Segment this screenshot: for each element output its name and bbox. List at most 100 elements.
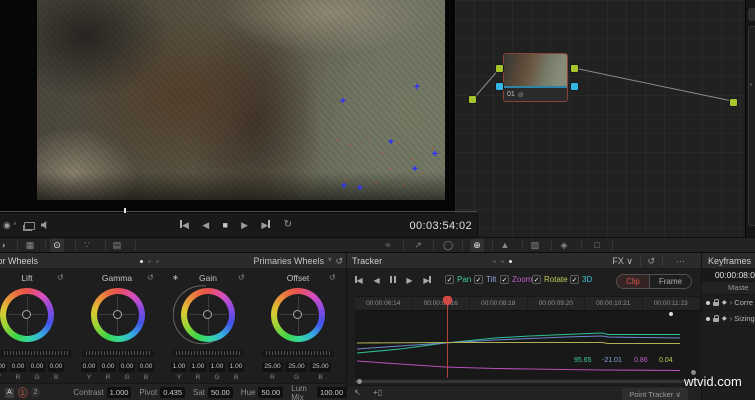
chevron-down-icon[interactable]: ∨ bbox=[749, 82, 753, 88]
expand-chevron-icon[interactable]: › bbox=[730, 314, 733, 323]
tracker-hscrollbar[interactable] bbox=[355, 380, 697, 383]
fx-dropdown[interactable]: FX ∨ bbox=[612, 256, 633, 267]
wipe-modes-icon[interactable] bbox=[24, 222, 35, 230]
pivot-value[interactable]: 0.435 bbox=[160, 387, 185, 398]
motion-effects-icon[interactable]: ▤ bbox=[110, 239, 124, 252]
node-key-output-port[interactable] bbox=[570, 82, 579, 91]
skip-to-end-button[interactable]: ▶ bbox=[261, 219, 271, 231]
gamma-reset-icon[interactable]: ↺ bbox=[147, 273, 154, 282]
tracker-cursor-icon[interactable]: ↖ bbox=[354, 388, 361, 397]
value-box[interactable]: 1.00 bbox=[190, 362, 206, 372]
chevron-down-icon[interactable]: ∨ bbox=[13, 221, 17, 227]
point-tracker-dropdown[interactable]: Point Tracker ∨ bbox=[622, 388, 688, 400]
tracking-point-icon[interactable]: + bbox=[340, 97, 346, 107]
value-box[interactable]: 0.00 bbox=[81, 362, 97, 372]
qualifier-icon[interactable]: ↗ bbox=[411, 239, 425, 252]
keyframes-row-corrector[interactable]: ◆ › Corre bbox=[702, 295, 755, 311]
tracking-point-icon[interactable]: + bbox=[357, 184, 363, 194]
track-backward-button[interactable]: ◀ bbox=[373, 276, 379, 286]
value-box[interactable]: 0.00 bbox=[138, 362, 154, 372]
value-box[interactable]: 1.00 bbox=[171, 362, 187, 372]
tracker-playhead-marker[interactable] bbox=[443, 296, 452, 305]
tracking-point-icon[interactable]: + bbox=[412, 165, 418, 175]
viewer-image[interactable]: + + + + + + + bbox=[37, 0, 445, 200]
key-palette-icon[interactable]: ◈ bbox=[557, 239, 571, 252]
color-match-icon[interactable]: ▦ bbox=[23, 239, 37, 252]
tracker-palette-icon[interactable]: ⊕ bbox=[470, 239, 484, 252]
gamma-master-wheel[interactable] bbox=[82, 350, 154, 357]
power-windows-icon[interactable]: ◯ bbox=[441, 239, 455, 252]
tracker-graph[interactable] bbox=[355, 310, 700, 379]
color-wheels-icon[interactable]: ⊙ bbox=[50, 239, 64, 252]
tracking-point-icon[interactable]: + bbox=[341, 182, 347, 192]
color-warper-icon[interactable]: ▲ bbox=[498, 239, 512, 252]
clip-toggle-button[interactable]: Clip bbox=[617, 275, 650, 288]
lock-icon[interactable] bbox=[713, 314, 719, 322]
track-forward-button[interactable]: ▶ bbox=[406, 276, 412, 286]
options-menu-icon[interactable]: ··· bbox=[676, 256, 685, 266]
grade-gallery-icon[interactable]: ◉ bbox=[3, 219, 11, 231]
collapsed-panel-tab[interactable] bbox=[748, 8, 755, 21]
tracker-timeline-ruler[interactable]: 00:00:06:14 00:00:07:16 00:00:08:18 00:0… bbox=[355, 296, 700, 311]
audio-mute-icon[interactable] bbox=[41, 221, 47, 229]
keyframe-diamond-icon[interactable]: ◆ bbox=[722, 315, 727, 322]
pan-checkbox[interactable]: ✓ Pan bbox=[445, 275, 471, 284]
offset-reset-icon[interactable]: ↺ bbox=[329, 273, 336, 282]
skip-to-start-button[interactable]: ◀ bbox=[180, 219, 189, 231]
value-box[interactable]: 25.00 bbox=[286, 362, 307, 372]
tracker-hscroll-thumb[interactable] bbox=[357, 379, 362, 384]
lock-icon[interactable] bbox=[713, 298, 719, 306]
gamma-wheel-handle[interactable] bbox=[112, 310, 122, 319]
page-indicator-dots[interactable] bbox=[140, 260, 159, 263]
node-rgb-input-port[interactable] bbox=[495, 64, 504, 73]
hue-value[interactable]: 50.00 bbox=[258, 387, 284, 398]
tracking-point-icon[interactable]: + bbox=[414, 83, 420, 93]
sizing-palette-icon[interactable]: □ bbox=[590, 239, 604, 252]
page-indicator-dots[interactable] bbox=[493, 260, 512, 263]
stop-button[interactable]: ■ bbox=[222, 219, 227, 231]
offset-master-wheel[interactable] bbox=[262, 350, 334, 357]
value-box[interactable]: 1.00 bbox=[228, 362, 244, 372]
frame-toggle-button[interactable]: Frame bbox=[650, 275, 691, 288]
graph-keyframe-dot[interactable] bbox=[669, 312, 673, 316]
value-box[interactable]: 0.00 bbox=[100, 362, 116, 372]
lift-reset-icon[interactable]: ↺ bbox=[57, 273, 64, 282]
value-box[interactable]: 0.00 bbox=[48, 362, 64, 372]
lift-master-wheel[interactable] bbox=[0, 350, 72, 357]
offset-wheel-handle[interactable] bbox=[293, 310, 302, 319]
sat-value[interactable]: 50.00 bbox=[208, 387, 233, 398]
gain-reset-icon[interactable]: ↺ bbox=[238, 273, 245, 282]
node-rgb-output-port[interactable] bbox=[570, 64, 579, 73]
pause-tracking-button[interactable] bbox=[390, 276, 396, 286]
gain-wheel-handle[interactable] bbox=[203, 310, 212, 319]
zoom-checkbox[interactable]: ✓ Zoom bbox=[500, 275, 532, 284]
tilt-checkbox[interactable]: ✓ Tilt bbox=[474, 275, 496, 284]
value-box[interactable]: 25.00 bbox=[262, 362, 283, 372]
keyframes-row-sizing[interactable]: ◆ › Sizing bbox=[702, 311, 755, 327]
loop-playback-icon[interactable]: ↻ bbox=[284, 219, 292, 231]
corrector-node-01[interactable]: 01 ⊘ bbox=[503, 53, 568, 102]
enable-dot-icon[interactable] bbox=[706, 316, 710, 321]
expand-chevron-icon[interactable]: › bbox=[730, 298, 733, 307]
reset-icon[interactable]: ↺ bbox=[647, 256, 655, 267]
source-node-port[interactable] bbox=[468, 95, 477, 104]
value-box[interactable]: 0.00 bbox=[0, 362, 7, 372]
enable-dot-icon[interactable] bbox=[706, 300, 710, 305]
wheels-page-1-button[interactable]: 1 bbox=[17, 387, 28, 398]
rotate-checkbox[interactable]: ✓ Rotate bbox=[532, 275, 568, 284]
track-to-end-button[interactable]: ▶ bbox=[423, 276, 431, 286]
camera-raw-icon[interactable]: ◑ bbox=[0, 239, 10, 252]
lummix-value[interactable]: 100.00 bbox=[317, 387, 346, 398]
value-box[interactable]: 25.00 bbox=[310, 362, 331, 372]
3d-checkbox[interactable]: ✓ 3D bbox=[570, 275, 592, 284]
viewer-scrub-bar[interactable] bbox=[0, 211, 477, 212]
node-key-input-port[interactable] bbox=[495, 82, 504, 91]
node-tree-output-port[interactable] bbox=[729, 98, 738, 107]
chevron-down-icon[interactable]: ∨ bbox=[328, 256, 332, 263]
tracking-point-icon[interactable]: + bbox=[432, 150, 438, 160]
value-box[interactable]: 0.00 bbox=[10, 362, 26, 372]
value-box[interactable]: 0.00 bbox=[119, 362, 135, 372]
play-button[interactable]: ▶ bbox=[241, 219, 248, 231]
value-box[interactable]: 1.00 bbox=[209, 362, 225, 372]
lift-wheel-handle[interactable] bbox=[22, 310, 31, 319]
